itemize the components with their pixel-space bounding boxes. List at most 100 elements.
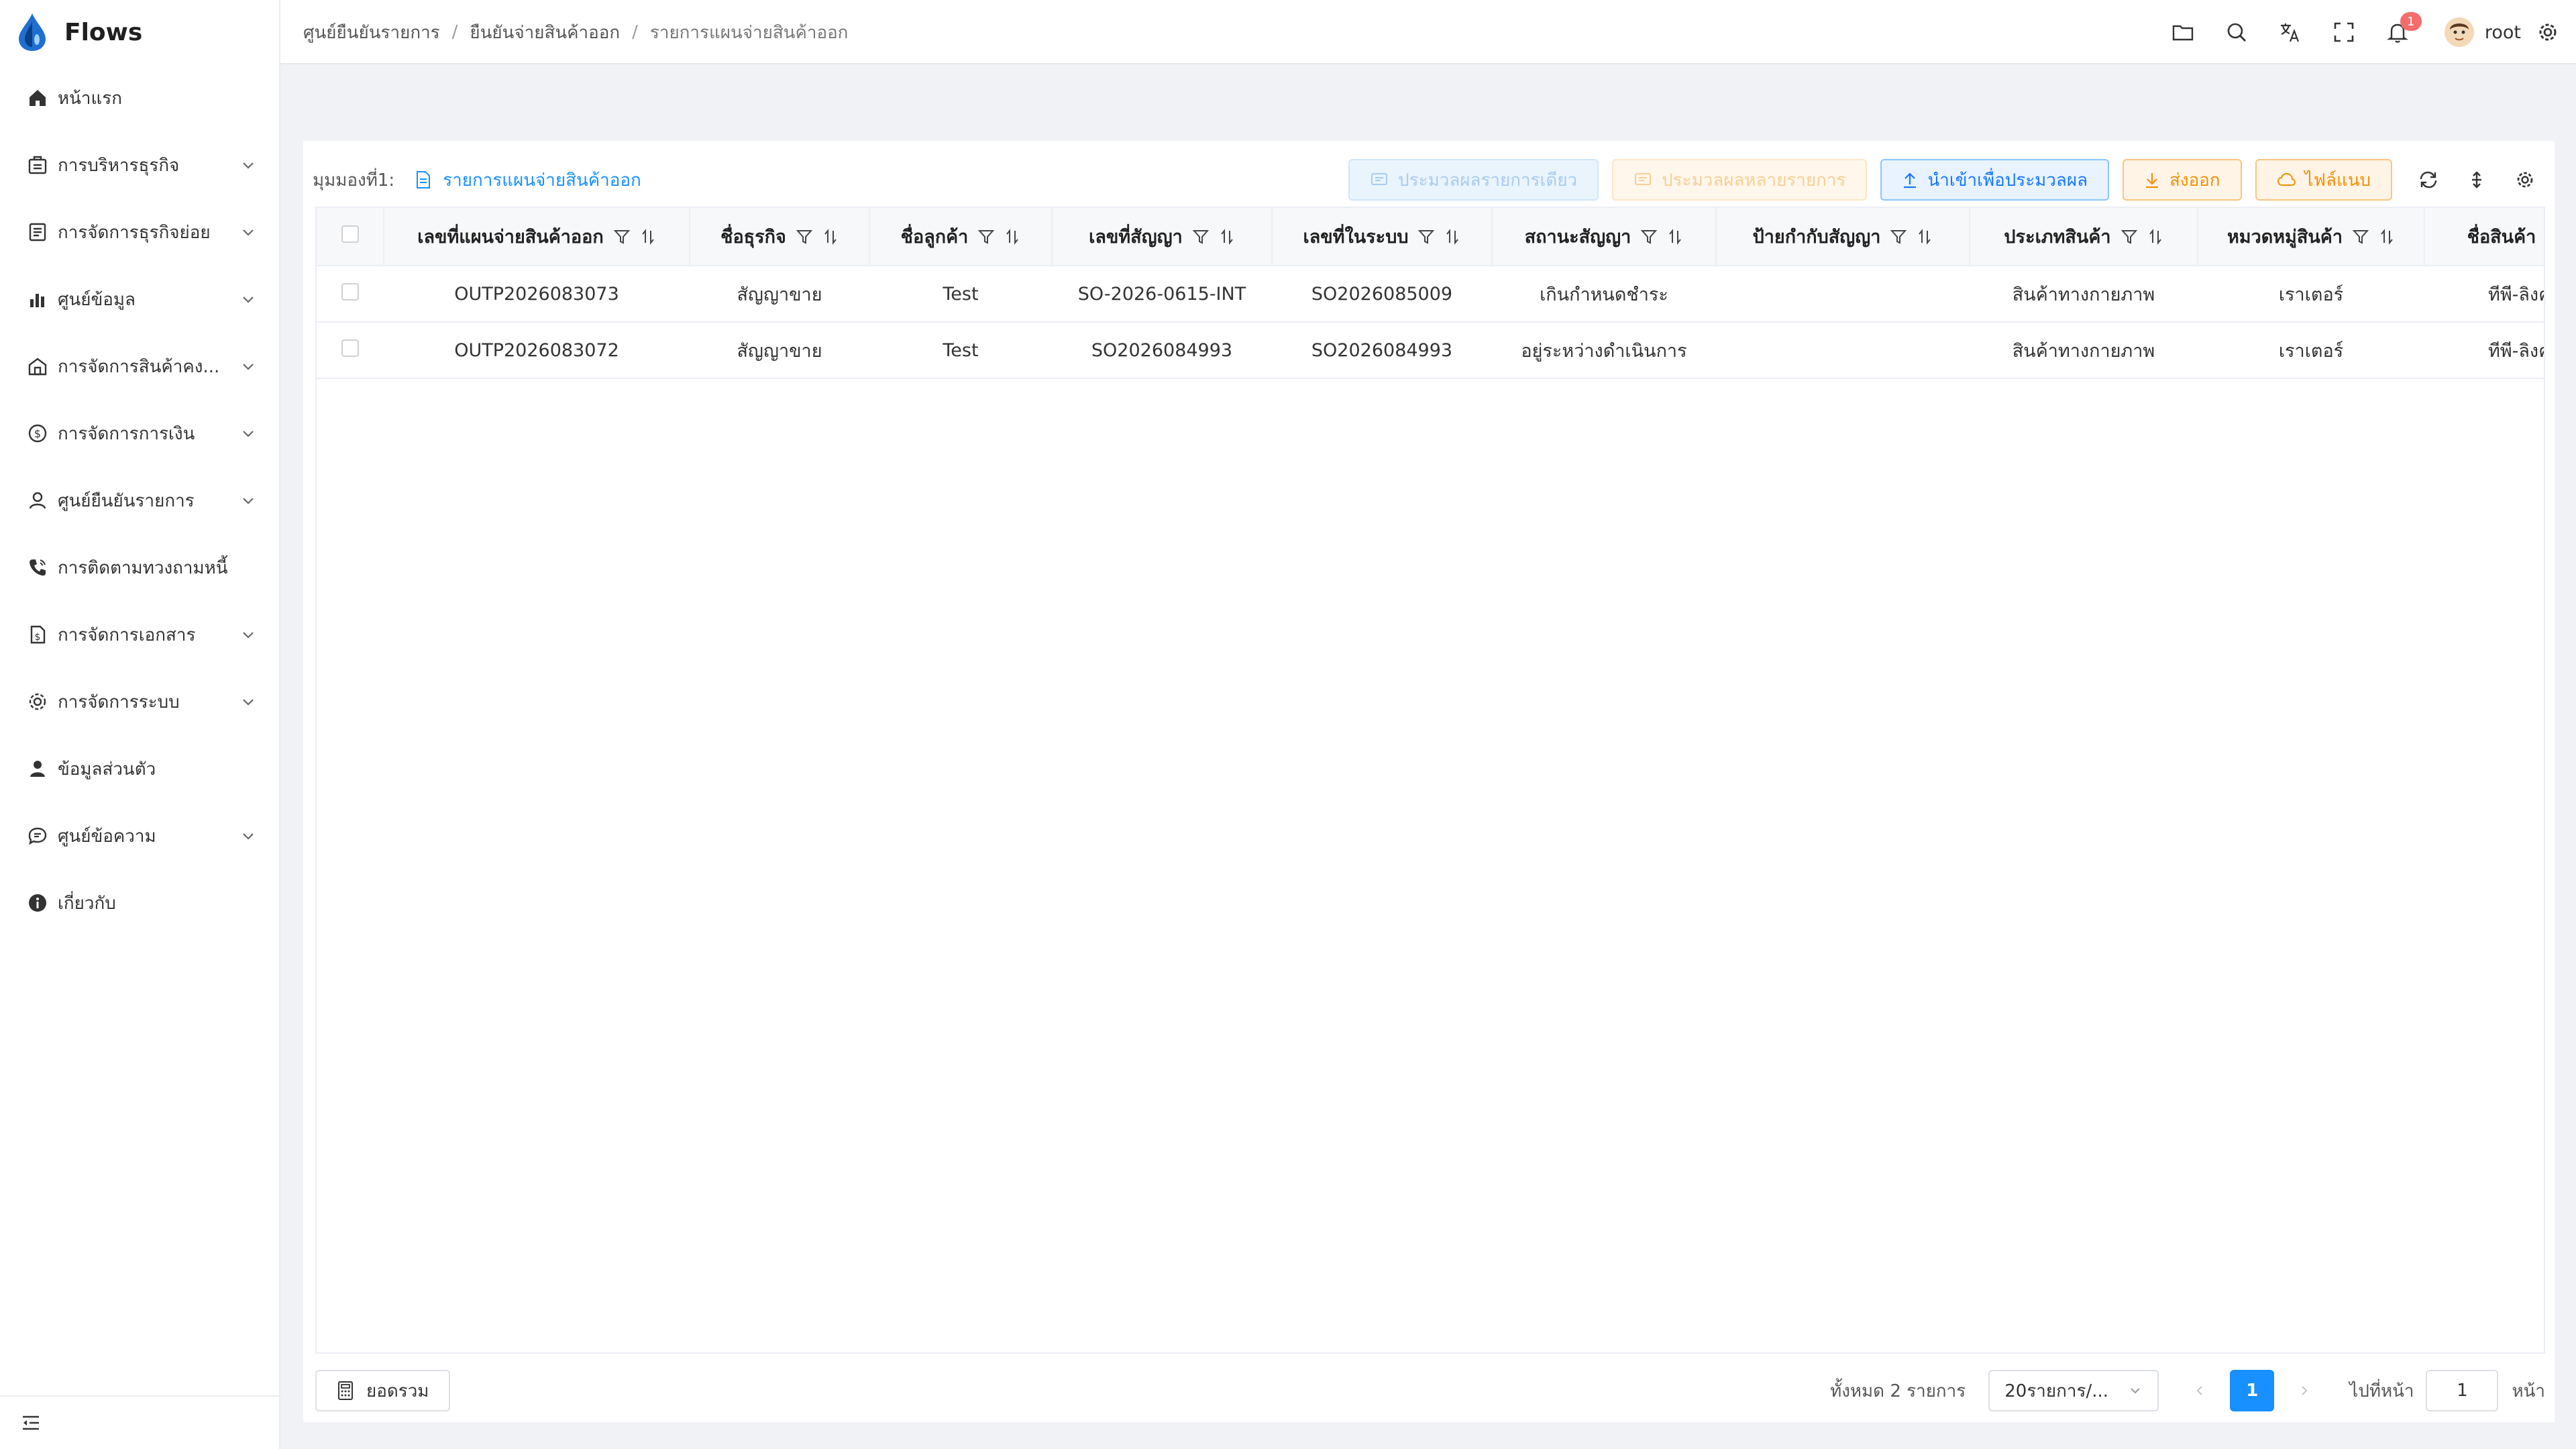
column-header[interactable]: เลขที่แผนจ่ายสินค้าออก [384, 208, 690, 266]
table-cell: สินค้าทางกายภาพ [1970, 266, 2198, 323]
sidebar-item-sub-business[interactable]: การจัดการธุรกิจย่อย [0, 199, 280, 266]
export-button[interactable]: ส่งออก [2123, 159, 2242, 201]
filter-icon[interactable] [1192, 228, 1210, 246]
notification-button[interactable]: 1 [2371, 5, 2424, 59]
sidebar-item-message-center[interactable]: ศูนย์ข้อความ [0, 802, 280, 869]
row-checkbox[interactable] [341, 282, 359, 301]
attachment-label: ไฟล์แนบ [2304, 170, 2371, 191]
table-row[interactable]: OUTP2026083072 สัญญาขาย Test SO202608499… [317, 322, 2544, 379]
column-header[interactable]: เลขที่สัญญา [1052, 208, 1273, 266]
table-header-row: เลขที่แผนจ่ายสินค้าออก ชื่อธุรกิจ ชื่อลู… [317, 208, 2544, 266]
fullscreen-button[interactable] [2317, 5, 2371, 59]
sort-icon[interactable] [1444, 228, 1460, 246]
sidebar-item-label: การจัดการสินค้าคง... [58, 356, 220, 377]
sort-icon[interactable] [1219, 228, 1235, 246]
translate-button[interactable] [2263, 5, 2317, 59]
folder-button[interactable] [2156, 5, 2210, 59]
page-number-current[interactable]: 1 [2230, 1370, 2275, 1411]
sidebar-item-label: ข้อมูลส่วนตัว [58, 759, 156, 780]
filter-icon[interactable] [1640, 228, 1658, 246]
column-header[interactable]: ชื่อธุรกิจ [690, 208, 870, 266]
column-header[interactable]: สถานะสัญญา [1492, 208, 1717, 266]
select-all-checkbox[interactable] [341, 225, 359, 243]
sidebar-item-documents[interactable]: $ การจัดการเอกสาร [0, 601, 280, 668]
view-name-link[interactable]: รายการแผนจ่ายสินค้าออก [415, 166, 641, 194]
folder-icon [2172, 25, 2194, 41]
breadcrumb-item[interactable]: ยืนยันจ่ายสินค้าออก [470, 19, 620, 46]
table-row[interactable]: OUTP2026083073 สัญญาขาย Test SO-2026-061… [317, 266, 2544, 323]
summary-label: ยอดรวม [366, 1381, 429, 1401]
top-header: ศูนย์ยืนยันรายการ / ยืนยันจ่ายสินค้าออก … [280, 0, 2576, 64]
page-size-select[interactable]: 20รายการ/... [1988, 1370, 2159, 1411]
summary-button[interactable]: ยอดรวม [315, 1370, 451, 1411]
sort-icon[interactable] [640, 228, 656, 246]
sidebar-item-system[interactable]: การจัดการระบบ [0, 668, 280, 735]
refresh-button[interactable] [2408, 160, 2449, 200]
table-cell: SO2026084993 [1052, 322, 1272, 379]
search-button[interactable] [2210, 5, 2263, 59]
sidebar-item-data-center[interactable]: ศูนย์ข้อมูล [0, 266, 280, 333]
next-page-button[interactable] [2284, 1370, 2325, 1411]
column-header[interactable]: หมวดหมู่สินค้า [2198, 208, 2425, 266]
chevron-down-icon [243, 431, 254, 437]
filter-icon[interactable] [613, 228, 631, 246]
cloud-icon [2277, 172, 2296, 186]
avatar-face-icon [2444, 17, 2474, 47]
sort-icon[interactable] [1917, 228, 1933, 246]
filter-icon[interactable] [2352, 228, 2369, 246]
sort-icon[interactable] [822, 228, 839, 246]
sidebar-item-home[interactable]: หน้าแรก [0, 64, 280, 131]
attachment-button[interactable]: ไฟล์แนบ [2255, 159, 2392, 201]
view-label: มุมมองที่1: [313, 170, 395, 191]
breadcrumb-item[interactable]: ศูนย์ยืนยันรายการ [303, 19, 440, 46]
gear-icon [2517, 172, 2533, 188]
prev-page-button[interactable] [2179, 1370, 2220, 1411]
sort-icon[interactable] [2379, 228, 2395, 246]
sidebar-item-profile[interactable]: ข้อมูลส่วนตัว [0, 735, 280, 802]
sidebar-item-business-management[interactable]: การบริหารธุรกิจ [0, 131, 280, 199]
sidebar-item-finance[interactable]: $ การจัดการการเงิน [0, 400, 280, 467]
upload-icon [1904, 172, 1917, 189]
user-menu[interactable]: root [2444, 17, 2521, 47]
sidebar-item-about[interactable]: เกี่ยวกับ [0, 869, 280, 936]
briefcase-icon [28, 156, 47, 174]
import-process-button[interactable]: นำเข้าเพื่อประมวลผล [1880, 159, 2109, 201]
sidebar-item-label: การจัดการระบบ [58, 692, 180, 712]
sort-icon[interactable] [1004, 228, 1020, 246]
settings-button[interactable] [2529, 5, 2567, 59]
person-icon [30, 761, 45, 777]
sidebar-collapse-button[interactable] [0, 1395, 280, 1449]
column-header-label: หมวดหมู่สินค้า [2226, 227, 2343, 248]
sidebar-item-label: การจัดการการเงิน [58, 423, 195, 444]
sort-icon[interactable] [1667, 228, 1683, 246]
filter-icon[interactable] [796, 228, 813, 246]
breadcrumb-separator: / [451, 22, 458, 42]
process-multi-button[interactable]: ประมวลผลหลายรายการ [1612, 159, 1868, 201]
filter-icon[interactable] [1417, 228, 1435, 246]
process-single-button[interactable]: ประมวลผลรายการเดียว [1348, 159, 1599, 201]
warehouse-icon [28, 358, 47, 376]
column-header[interactable]: ชื่อสินค้า [2424, 208, 2544, 266]
sidebar-item-label: เกี่ยวกับ [58, 893, 116, 914]
column-header[interactable]: เลขที่ในระบบ [1272, 208, 1493, 266]
sort-icon[interactable] [2147, 228, 2163, 246]
column-header[interactable]: ป้ายกำกับสัญญา [1716, 208, 1970, 266]
table-settings-button[interactable] [2505, 160, 2545, 200]
goto-page-input[interactable]: 1 [2426, 1370, 2499, 1411]
sidebar-item-confirmation-center[interactable]: ศูนย์ยืนยันรายการ [0, 467, 280, 534]
table-cell: OUTP2026083073 [384, 266, 690, 323]
row-checkbox[interactable] [341, 339, 359, 357]
column-header[interactable]: ชื่อลูกค้า [869, 208, 1053, 266]
filter-icon[interactable] [1890, 228, 1907, 246]
chevron-right-icon [2302, 1386, 2308, 1395]
sidebar-item-debt-collection[interactable]: การติดตามทวงถามหนี้ [0, 534, 280, 601]
document-icon [417, 171, 431, 189]
filter-icon[interactable] [977, 228, 995, 246]
logo[interactable]: Flows [16, 12, 142, 52]
column-height-button[interactable] [2457, 160, 2497, 200]
chevron-down-icon [243, 498, 254, 504]
filter-icon[interactable] [2121, 228, 2138, 246]
data-table: เลขที่แผนจ่ายสินค้าออก ชื่อธุรกิจ ชื่อลู… [315, 207, 2545, 1354]
column-header[interactable]: ประเภทสินค้า [1970, 208, 2198, 266]
sidebar-item-inventory[interactable]: การจัดการสินค้าคง... [0, 333, 280, 400]
